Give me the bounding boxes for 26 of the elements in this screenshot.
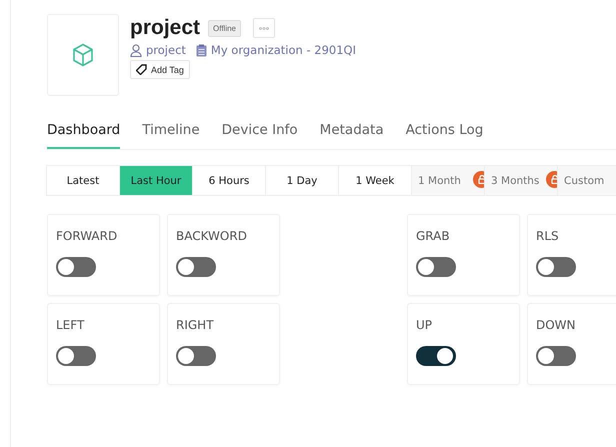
time-range-button[interactable]: Last Hour: [119, 165, 193, 196]
switch-label: DOWN: [536, 318, 577, 332]
add-tag-button[interactable]: Add Tag: [130, 60, 190, 79]
time-range-button[interactable]: 3 Months: [484, 165, 558, 196]
time-range-button[interactable]: 1 Day: [265, 165, 339, 196]
switch-label: RLS: [536, 229, 560, 243]
tab[interactable]: Actions Log: [406, 122, 484, 149]
time-range-button[interactable]: Custom: [557, 165, 616, 196]
time-range-button[interactable]: 6 Hours: [192, 165, 266, 196]
time-range-button[interactable]: Latest: [46, 165, 120, 196]
time-range-button[interactable]: 1 Week: [338, 165, 412, 196]
owner-link[interactable]: project: [146, 43, 186, 57]
switch-label: RIGHT: [176, 318, 215, 332]
switch-label: BACKWORD: [176, 229, 248, 243]
switch-label: LEFT: [56, 318, 86, 332]
organization-link[interactable]: My organization - 2901QI: [210, 43, 356, 57]
status-badge: Offline: [208, 20, 241, 36]
tab[interactable]: Metadata: [320, 122, 384, 149]
switch-label: GRAB: [416, 229, 451, 243]
device-name: project: [130, 16, 200, 40]
time-range-button[interactable]: 1 Month: [411, 165, 485, 196]
tab[interactable]: Device Info: [222, 122, 298, 149]
tab[interactable]: Timeline: [142, 122, 200, 149]
tab[interactable]: Dashboard: [47, 122, 120, 149]
switch-label: UP: [416, 318, 434, 332]
switch-label: FORWARD: [56, 229, 118, 243]
